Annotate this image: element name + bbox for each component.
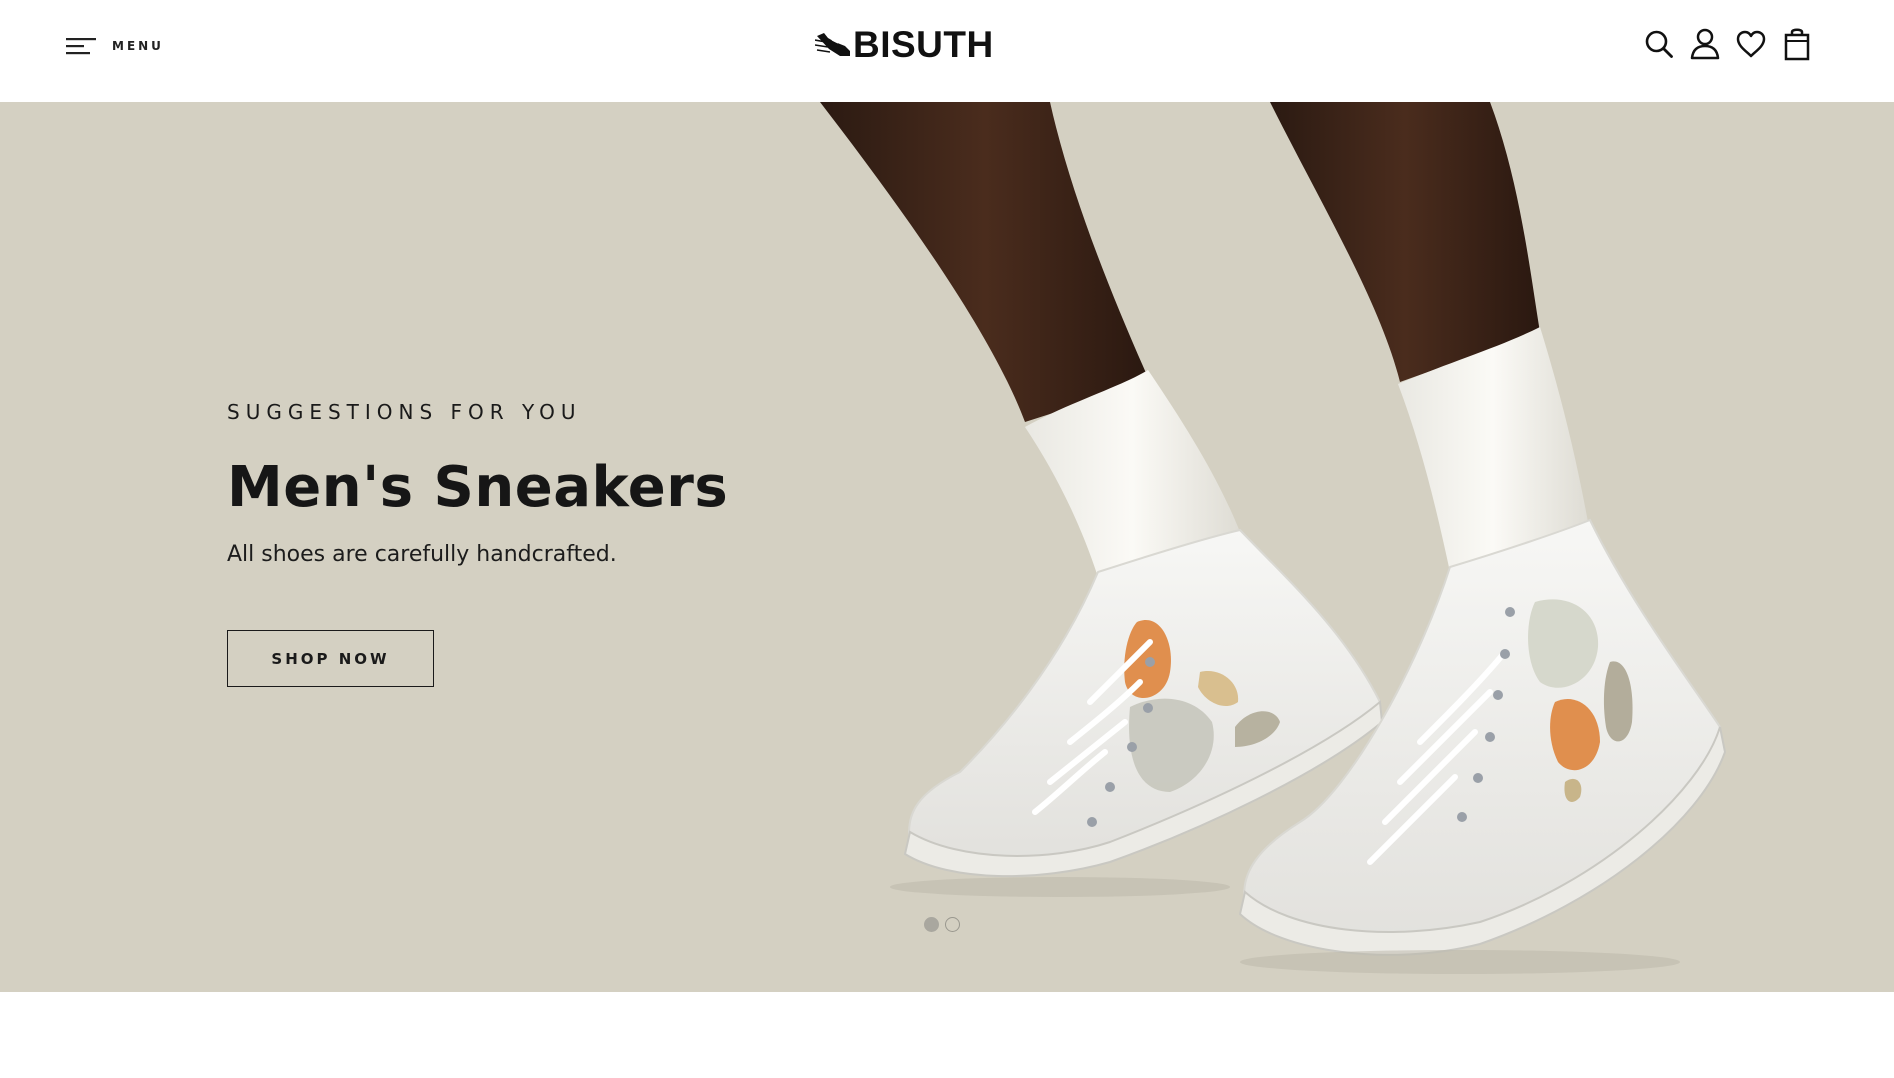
menu-label: MENU xyxy=(112,39,164,53)
cart-button[interactable] xyxy=(1780,27,1814,61)
site-header: MENU BISUTH xyxy=(0,0,1894,102)
slider-pagination xyxy=(924,917,966,932)
search-button[interactable] xyxy=(1642,27,1676,61)
slider-dot-1[interactable] xyxy=(924,917,939,932)
menu-button[interactable]: MENU xyxy=(66,30,164,62)
account-icon xyxy=(1690,28,1720,60)
slider-dot-2[interactable] xyxy=(945,917,960,932)
wishlist-heart-icon xyxy=(1736,30,1766,58)
hamburger-menu-icon xyxy=(66,38,96,55)
hero-subtitle: All shoes are carefully handcrafted. xyxy=(227,542,617,567)
header-actions xyxy=(1642,26,1814,62)
logo-text: BISUTH xyxy=(853,23,994,65)
shop-now-button[interactable]: SHOP NOW xyxy=(227,630,434,687)
search-icon xyxy=(1645,30,1673,58)
hero-content: SUGGESTIONS FOR YOU Men's Sneakers All s… xyxy=(227,398,927,687)
hero-banner: SUGGESTIONS FOR YOU Men's Sneakers All s… xyxy=(0,102,1894,992)
hero-title: Men's Sneakers xyxy=(227,455,729,520)
account-button[interactable] xyxy=(1688,27,1722,61)
wishlist-button[interactable] xyxy=(1734,27,1768,61)
shopping-bag-icon xyxy=(1784,28,1810,61)
site-logo[interactable]: BISUTH xyxy=(815,22,994,66)
sneaker-logo-icon xyxy=(815,33,850,56)
hero-eyebrow: SUGGESTIONS FOR YOU xyxy=(227,400,582,424)
